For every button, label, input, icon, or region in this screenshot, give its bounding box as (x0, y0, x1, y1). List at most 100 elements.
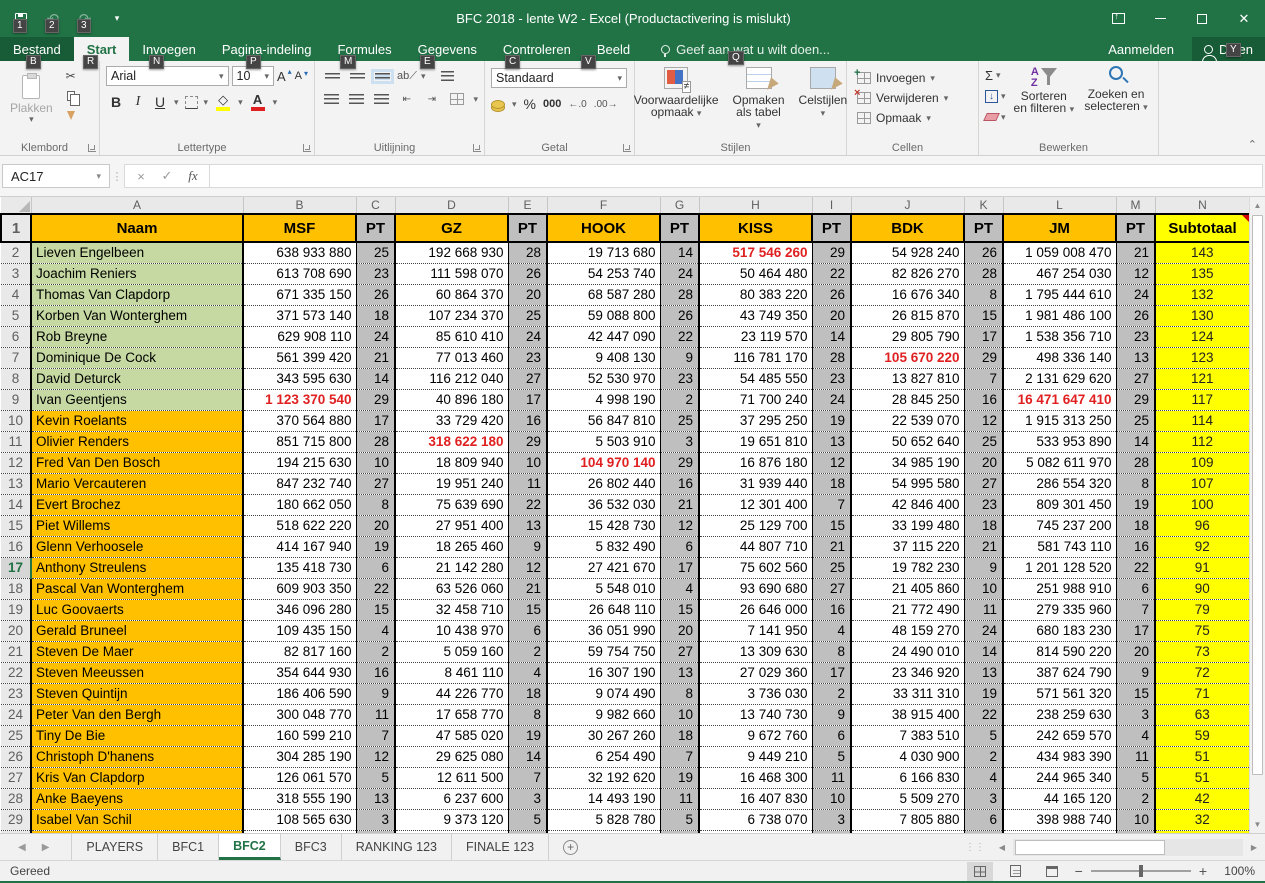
grid-cell-G14[interactable]: 21 (660, 494, 699, 515)
grid-cell-E9[interactable]: 17 (508, 389, 547, 410)
row-header-9[interactable]: 9 (1, 389, 31, 410)
cut-button[interactable]: ✂ (61, 68, 81, 83)
grid-cell-B6[interactable]: 629 908 110 (243, 326, 356, 347)
grid-cell-F21[interactable]: 59 754 750 (547, 641, 660, 662)
grid-cell-B28[interactable]: 318 555 190 (243, 788, 356, 809)
grid-cell-H6[interactable]: 23 119 570 (699, 326, 812, 347)
grid-cell-D18[interactable]: 63 526 060 (395, 578, 508, 599)
tell-me-search[interactable]: Geef aan wat u wilt doen... (661, 37, 830, 61)
grid-cell-H27[interactable]: 16 468 300 (699, 767, 812, 788)
grid-cell-A4[interactable]: Thomas Van Clapdorp (31, 284, 243, 305)
grid-cell-C22[interactable]: 16 (356, 662, 395, 683)
row-header-18[interactable]: 18 (1, 578, 31, 599)
grid-cell-K5[interactable]: 15 (964, 305, 1003, 326)
grid-cell-H19[interactable]: 26 646 000 (699, 599, 812, 620)
grid-cell-B22[interactable]: 354 644 930 (243, 662, 356, 683)
grid-cell-N18[interactable]: 90 (1155, 578, 1249, 599)
row-header-25[interactable]: 25 (1, 725, 31, 746)
grid-cell-M26[interactable]: 11 (1116, 746, 1155, 767)
grid-cell-D4[interactable]: 60 864 370 (395, 284, 508, 305)
align-bottom-button[interactable] (371, 68, 393, 84)
increase-indent-button[interactable]: ⇥ (423, 91, 440, 107)
grid-cell-E7[interactable]: 23 (508, 347, 547, 368)
grid-cell-G4[interactable]: 28 (660, 284, 699, 305)
grid-cell-H4[interactable]: 80 383 220 (699, 284, 812, 305)
grid-cell-I16[interactable]: 21 (812, 536, 851, 557)
column-header-I[interactable]: I (812, 197, 851, 214)
grid-cell-K27[interactable]: 4 (964, 767, 1003, 788)
column-header-F[interactable]: F (547, 197, 660, 214)
grid-cell-F25[interactable]: 30 267 260 (547, 725, 660, 746)
grid-cell-K17[interactable]: 9 (964, 557, 1003, 578)
grid-cell-B12[interactable]: 194 215 630 (243, 452, 356, 473)
grid-cell-L6[interactable]: 1 538 356 710 (1003, 326, 1116, 347)
grid-cell-E13[interactable]: 11 (508, 473, 547, 494)
grid-cell-F5[interactable]: 59 088 800 (547, 305, 660, 326)
grid-cell-K23[interactable]: 19 (964, 683, 1003, 704)
row-header-17[interactable]: 17 (1, 557, 31, 578)
delete-cells-button[interactable]: Verwijderen▾ (857, 88, 972, 108)
grid-cell-I3[interactable]: 22 (812, 263, 851, 284)
grid-cell-J21[interactable]: 24 490 010 (851, 641, 964, 662)
align-right-button[interactable] (373, 91, 390, 107)
grid-cell-H5[interactable]: 43 749 350 (699, 305, 812, 326)
grid-cell-I17[interactable]: 25 (812, 557, 851, 578)
grid-cell-A28[interactable]: Anke Baeyens (31, 788, 243, 809)
grid-cell-A26[interactable]: Christoph D'hanens (31, 746, 243, 767)
header-cell-J1[interactable]: BDK (851, 214, 964, 242)
grid-cell-J27[interactable]: 6 166 830 (851, 767, 964, 788)
conditional-formatting-button[interactable]: Voorwaardelijke opmaak ▾ (627, 64, 726, 136)
header-cell-B1[interactable]: MSF (243, 214, 356, 242)
row-header-21[interactable]: 21 (1, 641, 31, 662)
grid-cell-J11[interactable]: 50 652 640 (851, 431, 964, 452)
grid-cell-C17[interactable]: 6 (356, 557, 395, 578)
clear-button[interactable]: ▾ (985, 108, 1006, 126)
grid-cell-J13[interactable]: 54 995 580 (851, 473, 964, 494)
grid-cell-L26[interactable]: 434 983 390 (1003, 746, 1116, 767)
grid-cell-N3[interactable]: 135 (1155, 263, 1249, 284)
grid-cell-F27[interactable]: 32 192 620 (547, 767, 660, 788)
grid-cell-E2[interactable]: 28 (508, 242, 547, 263)
grid-cell-F14[interactable]: 36 532 030 (547, 494, 660, 515)
grid-cell-K3[interactable]: 28 (964, 263, 1003, 284)
font-color-dropdown[interactable]: ▾ (273, 97, 278, 108)
grid-cell-F26[interactable]: 6 254 490 (547, 746, 660, 767)
grid-cell-B3[interactable]: 613 708 690 (243, 263, 356, 284)
header-cell-N1[interactable]: Subtotaal (1155, 214, 1249, 242)
grid-cell-J28[interactable]: 5 509 270 (851, 788, 964, 809)
grid-cell-F17[interactable]: 27 421 670 (547, 557, 660, 578)
grid-cell-L16[interactable]: 581 743 110 (1003, 536, 1116, 557)
orientation-button[interactable]: ab⟋ (396, 68, 418, 84)
grid-cell-H11[interactable]: 19 651 810 (699, 431, 812, 452)
currency-dropdown[interactable]: ▾ (512, 99, 517, 110)
grid-cell-L17[interactable]: 1 201 128 520 (1003, 557, 1116, 578)
grid-cell-D9[interactable]: 40 896 180 (395, 389, 508, 410)
grid-cell-C27[interactable]: 5 (356, 767, 395, 788)
grid-cell-H17[interactable]: 75 602 560 (699, 557, 812, 578)
grid-cell-J18[interactable]: 21 405 860 (851, 578, 964, 599)
grid-cell-F24[interactable]: 9 982 660 (547, 704, 660, 725)
grid-cell-D19[interactable]: 32 458 710 (395, 599, 508, 620)
grid-cell-D5[interactable]: 107 234 370 (395, 305, 508, 326)
grid-cell-I19[interactable]: 16 (812, 599, 851, 620)
grid-cell-I27[interactable]: 11 (812, 767, 851, 788)
grid-cell-K11[interactable]: 25 (964, 431, 1003, 452)
grid-cell-A29[interactable]: Isabel Van Schil (31, 809, 243, 830)
grid-cell-J16[interactable]: 37 115 220 (851, 536, 964, 557)
grid-cell-E17[interactable]: 12 (508, 557, 547, 578)
grid-cell-H2[interactable]: 517 546 260 (699, 242, 812, 263)
grid-cell-E12[interactable]: 10 (508, 452, 547, 473)
grid-cell-J4[interactable]: 16 676 340 (851, 284, 964, 305)
grid-cell-D2[interactable]: 192 668 930 (395, 242, 508, 263)
grid-cell-M17[interactable]: 22 (1116, 557, 1155, 578)
grid-cell-D8[interactable]: 116 212 040 (395, 368, 508, 389)
grid-cell-K13[interactable]: 27 (964, 473, 1003, 494)
cell-styles-button[interactable]: Celstijlen▾ (792, 64, 855, 136)
grid-cell-D12[interactable]: 18 809 940 (395, 452, 508, 473)
grid-cell-G26[interactable]: 7 (660, 746, 699, 767)
grid-cell-D10[interactable]: 33 729 420 (395, 410, 508, 431)
grid-cell-F2[interactable]: 19 713 680 (547, 242, 660, 263)
increase-decimal-button[interactable]: ←.0 (568, 99, 586, 110)
grid-cell-M18[interactable]: 6 (1116, 578, 1155, 599)
grid-cell-I8[interactable]: 23 (812, 368, 851, 389)
